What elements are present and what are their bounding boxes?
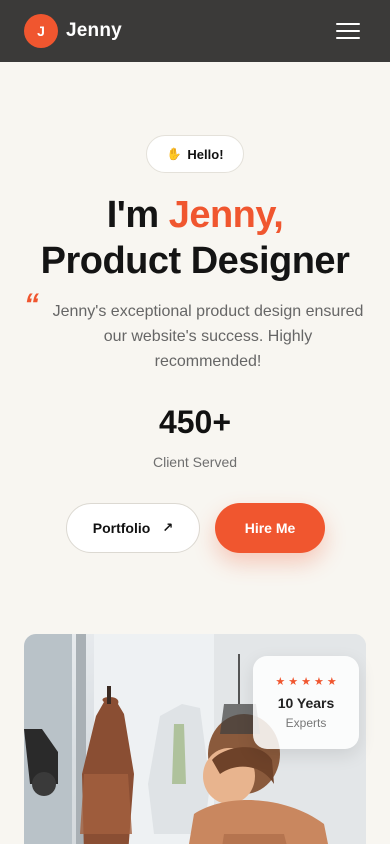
star-icon: ★	[326, 676, 337, 688]
brand[interactable]: J Jenny	[24, 14, 122, 48]
experience-label: Experts	[285, 716, 327, 730]
greeting-badge: ✋ Hello!	[146, 135, 244, 173]
hire-me-button-label: Hire Me	[244, 520, 296, 536]
hire-me-button[interactable]: Hire Me	[215, 503, 325, 553]
experience-years: 10 Years	[277, 695, 335, 711]
headline-prefix: I'm	[106, 194, 169, 236]
experience-card: ★ ★ ★ ★ ★ 10 Years Experts	[253, 656, 359, 749]
arrow-up-right-icon: ↗	[162, 520, 174, 535]
portfolio-button[interactable]: Portfolio ↗	[66, 503, 200, 553]
client-count-label: Client Served	[152, 454, 238, 470]
testimonial-text: Jenny's exceptional product design ensur…	[52, 303, 364, 370]
headline-role: Product Designer	[40, 240, 350, 282]
star-icon: ★	[275, 676, 286, 688]
hero-headline: I'm Jenny, Product Designer	[0, 192, 390, 284]
star-rating: ★ ★ ★ ★ ★	[275, 675, 336, 688]
waving-hand-icon: ✋	[166, 147, 182, 161]
star-icon: ★	[313, 676, 324, 688]
star-icon: ★	[301, 676, 311, 688]
hamburger-menu-icon[interactable]	[336, 22, 360, 40]
greeting-text: Hello!	[187, 146, 224, 162]
brand-logo[interactable]: J	[24, 14, 58, 48]
star-icon: ★	[288, 676, 299, 688]
brand-name[interactable]: Jenny	[66, 20, 122, 42]
headline-name: Jenny,	[168, 194, 284, 236]
quote-icon: “	[24, 288, 39, 321]
top-navbar: J Jenny	[0, 0, 390, 62]
client-count: 450+	[158, 404, 232, 440]
portfolio-button-label: Portfolio	[92, 520, 151, 536]
